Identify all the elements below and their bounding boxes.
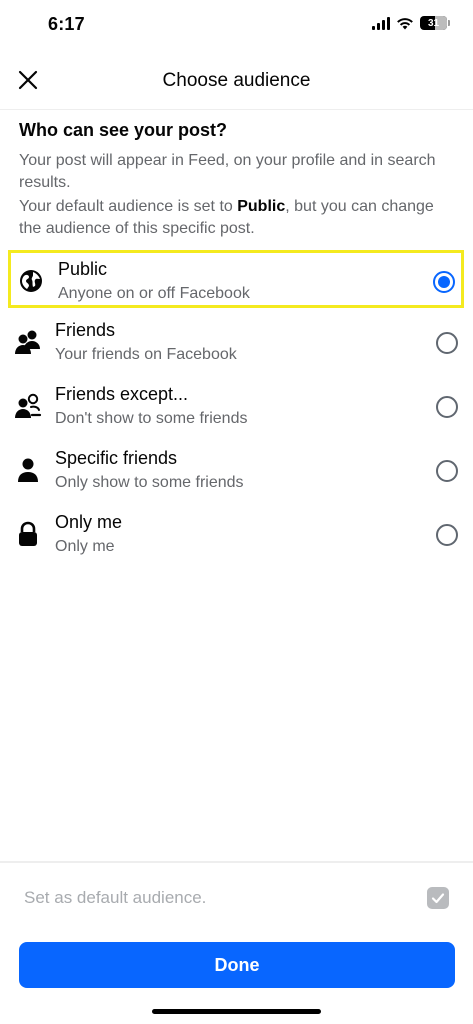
friends-except-icon: [14, 392, 42, 420]
globe-icon: [17, 267, 45, 295]
battery-level: 31: [427, 17, 440, 29]
option-title: Public: [58, 259, 108, 279]
option-title: Friends: [55, 320, 116, 340]
checkmark-icon: [431, 893, 445, 904]
radio-specific-friends[interactable]: [436, 460, 458, 482]
option-subtitle: Your friends on Facebook: [55, 346, 237, 363]
option-friends-except[interactable]: Friends except... Don't show to some fri…: [8, 378, 464, 436]
option-subtitle: Don't show to some friends: [55, 410, 248, 427]
page-title: Choose audience: [162, 70, 311, 91]
status-icons: 31: [372, 16, 450, 30]
wifi-icon: [397, 17, 413, 29]
default-audience-value: Public: [237, 198, 286, 215]
header: Choose audience: [0, 56, 473, 106]
option-public[interactable]: Public Anyone on or off Facebook: [8, 250, 464, 308]
option-title: Specific friends: [55, 448, 178, 468]
option-title: Only me: [55, 512, 123, 532]
intro-text-default: Your default audience is set to Public, …: [19, 196, 459, 240]
option-subtitle: Only show to some friends: [55, 474, 244, 491]
option-subtitle: Anyone on or off Facebook: [58, 285, 250, 302]
lock-icon: [14, 520, 42, 548]
option-specific-friends[interactable]: Specific friends Only show to some frien…: [8, 442, 464, 500]
person-icon: [14, 456, 42, 484]
default-prefix: Your default audience is set to: [19, 198, 238, 215]
default-audience-checkbox[interactable]: [427, 887, 449, 909]
section-heading: Who can see your post?: [19, 120, 228, 140]
status-time: 6:17: [48, 14, 85, 34]
option-friends[interactable]: Friends Your friends on Facebook: [8, 314, 464, 372]
option-only-me[interactable]: Only me Only me: [8, 506, 464, 564]
battery-icon: 31: [420, 16, 450, 30]
intro-text-feed: Your post will appear in Feed, on your p…: [19, 152, 436, 191]
footer-divider: [0, 861, 473, 863]
radio-public[interactable]: [433, 271, 455, 293]
header-divider: [0, 109, 473, 110]
status-bar: 6:17 31: [0, 0, 473, 50]
cellular-signal-icon: [372, 16, 390, 30]
option-title: Friends except...: [55, 384, 189, 404]
option-subtitle: Only me: [55, 538, 115, 555]
home-indicator: [152, 1009, 321, 1014]
radio-friends-except[interactable]: [436, 396, 458, 418]
done-button[interactable]: Done: [19, 942, 455, 988]
radio-only-me[interactable]: [436, 524, 458, 546]
radio-friends[interactable]: [436, 332, 458, 354]
friends-icon: [14, 328, 42, 356]
default-audience-label: Set as default audience.: [24, 888, 207, 907]
